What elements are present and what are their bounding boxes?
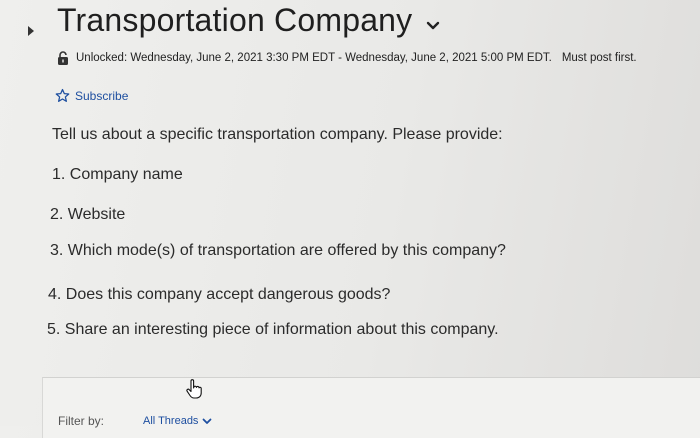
page-title: Transportation Company	[57, 2, 413, 38]
caret-right-icon[interactable]	[28, 26, 34, 36]
thread-filter-dropdown[interactable]: All Threads	[143, 415, 212, 427]
chevron-down-icon[interactable]	[426, 21, 440, 31]
topic-prompt: Tell us about a specific transportation …	[52, 126, 503, 143]
list-item: 1. Company name	[52, 166, 183, 183]
list-item: 2. Website	[50, 206, 126, 223]
availability-text: Unlocked: Wednesday, June 2, 2021 3:30 P…	[76, 52, 552, 64]
topic-header: Transportation Company	[57, 2, 440, 39]
thread-filter-panel	[42, 377, 700, 438]
list-item: 3. Which mode(s) of transportation are o…	[50, 242, 506, 259]
availability-status: Unlocked: Wednesday, June 2, 2021 3:30 P…	[57, 51, 637, 65]
filter-selected-value: All Threads	[143, 415, 199, 427]
discussion-topic-page: Transportation Company Unlocked: Wednesd…	[0, 0, 700, 438]
list-item: 4. Does this company accept dangerous go…	[48, 286, 391, 303]
subscribe-button[interactable]: Subscribe	[55, 88, 128, 103]
post-first-note: Must post first.	[561, 52, 637, 64]
hand-pointer-icon	[186, 379, 202, 399]
chevron-down-icon	[203, 418, 212, 424]
subscribe-label: Subscribe	[75, 88, 129, 103]
star-outline-icon	[55, 88, 70, 102]
unlocked-padlock-icon	[58, 51, 68, 65]
list-item: 5. Share an interesting piece of informa…	[47, 321, 499, 338]
